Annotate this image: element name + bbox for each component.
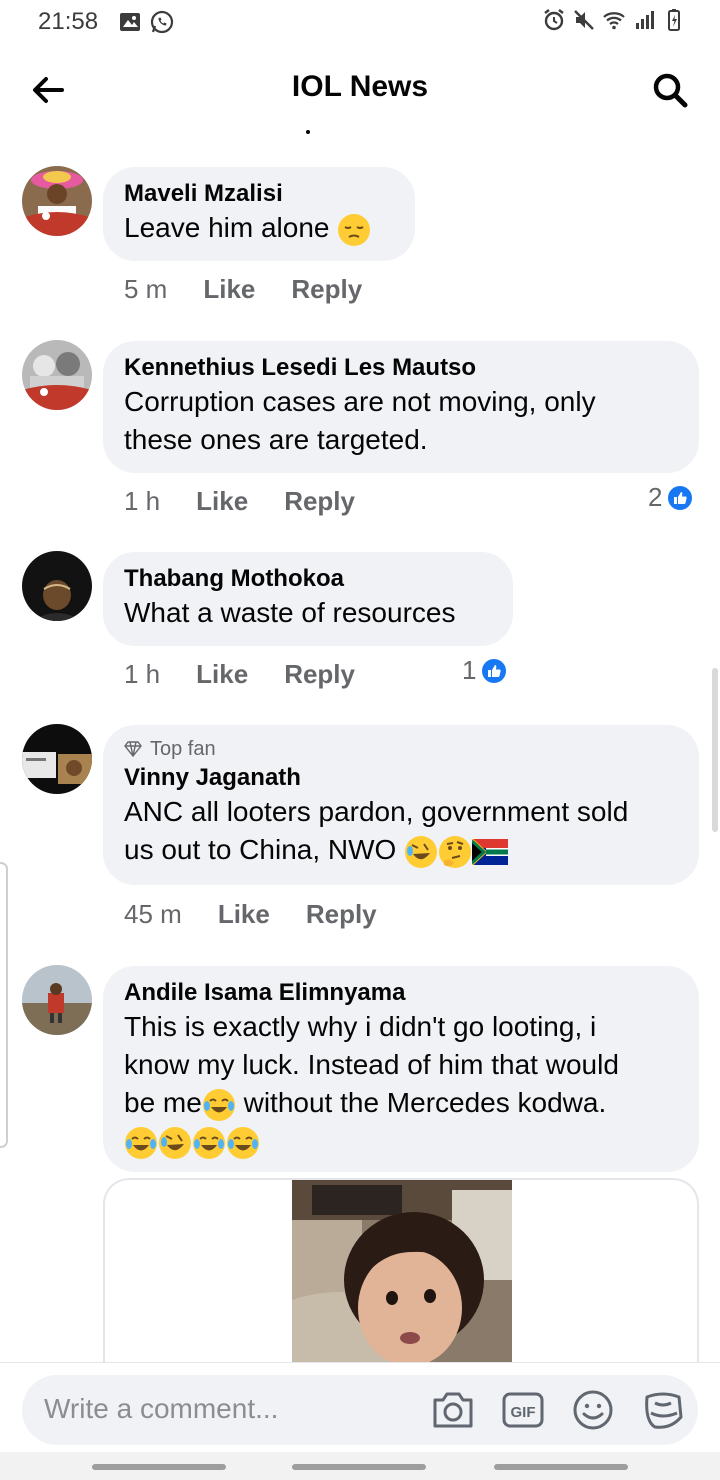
comment-time: 1 h <box>124 486 161 516</box>
mute-icon <box>574 10 594 30</box>
thumbs-up-icon <box>480 656 509 685</box>
comment-attachment[interactable] <box>103 1178 699 1378</box>
edge-panel-handle[interactable] <box>0 862 8 1148</box>
tears-of-joy-icon <box>227 1126 259 1159</box>
sticker-icon <box>645 1392 683 1429</box>
gallery-notification-icon <box>120 13 140 31</box>
pensive-face-icon <box>338 213 371 246</box>
comment-bubble[interactable]: Thabang Mothokoa What a waste of resourc… <box>103 552 513 646</box>
comment-actions: 1 h Like Reply <box>124 659 355 690</box>
scrollbar[interactable] <box>712 668 718 832</box>
comment-time: 45 m <box>124 899 182 929</box>
avatar[interactable] <box>22 724 92 794</box>
rolling-laughing-icon <box>405 835 438 868</box>
comment-composer-area: Write a comment... GIF <box>0 1362 720 1452</box>
comment-text-line: us out to China, NWO <box>124 831 678 869</box>
status-bar: 21:58 <box>0 0 720 44</box>
attached-gif-image[interactable] <box>292 1180 512 1378</box>
emoji-line <box>124 1122 678 1160</box>
nav-recents-button[interactable] <box>92 1464 226 1470</box>
comment-text: What a waste of resources <box>124 597 456 628</box>
comment-text: Leave him alone <box>124 209 394 247</box>
comment-bubble[interactable]: Top fan Vinny Jaganath ANC all looters p… <box>103 725 699 885</box>
reply-button[interactable]: Reply <box>306 899 377 930</box>
nav-home-button[interactable] <box>292 1464 426 1470</box>
divider-dot <box>306 130 310 134</box>
tears-of-joy-icon <box>202 1088 235 1121</box>
comment-author[interactable]: Andile Isama Elimnyama <box>124 978 678 1008</box>
comment-text-line: these ones are targeted. <box>124 424 428 455</box>
comment-bubble[interactable]: Kennethius Lesedi Les Mautso Corruption … <box>103 341 699 473</box>
comment-text-line: know my luck. Instead of him that would <box>124 1049 619 1080</box>
svg-text:GIF: GIF <box>511 1404 536 1421</box>
gif-button[interactable]: GIF <box>500 1387 546 1433</box>
comment-input[interactable]: Write a comment... GIF <box>22 1375 698 1445</box>
status-time: 21:58 <box>38 8 99 35</box>
south-africa-flag-icon <box>472 838 509 865</box>
nav-back-button[interactable] <box>494 1464 628 1470</box>
signal-icon <box>636 11 654 29</box>
wifi-icon <box>603 12 625 30</box>
comment-input-placeholder: Write a comment... <box>44 1393 279 1424</box>
reply-button[interactable]: Reply <box>291 274 362 305</box>
comment-text-line: This is exactly why i didn't go looting,… <box>124 1011 597 1042</box>
comment-bubble[interactable]: Andile Isama Elimnyama This is exactly w… <box>103 966 699 1172</box>
reaction-count[interactable]: 2 <box>648 482 695 513</box>
comment-author[interactable]: Maveli Mzalisi <box>124 179 394 209</box>
like-button[interactable]: Like <box>218 899 270 930</box>
comment-time: 1 h <box>124 659 161 689</box>
avatar[interactable] <box>22 340 92 410</box>
comment-text-line: ANC all looters pardon, government sold <box>124 796 629 827</box>
comment-text-line: Corruption cases are not moving, only <box>124 386 596 417</box>
tears-of-joy-icon <box>125 1126 157 1159</box>
reaction-count[interactable]: 1 <box>462 655 509 686</box>
comment-actions: 1 h Like Reply <box>124 486 355 517</box>
battery-icon <box>668 9 680 31</box>
reply-button[interactable]: Reply <box>284 486 355 517</box>
emoji-button[interactable] <box>570 1387 616 1433</box>
whatsapp-notification-icon <box>150 10 174 34</box>
comment-author[interactable]: Kennethius Lesedi Les Mautso <box>124 353 678 383</box>
avatar[interactable] <box>22 551 92 621</box>
tears-of-joy-icon <box>193 1126 225 1159</box>
comment-actions: 45 m Like Reply <box>124 899 377 930</box>
comment-bubble[interactable]: Maveli Mzalisi Leave him alone <box>103 167 415 261</box>
comment-author[interactable]: Vinny Jaganath <box>124 763 678 793</box>
avatar[interactable] <box>22 965 92 1035</box>
like-button[interactable]: Like <box>196 659 248 690</box>
comment-time: 5 m <box>124 274 168 304</box>
comment-author[interactable]: Thabang Mothokoa <box>124 564 492 594</box>
avatar[interactable] <box>22 166 92 236</box>
rolling-laughing-icon <box>159 1126 191 1159</box>
thumbs-up-icon <box>666 483 695 512</box>
like-button[interactable]: Like <box>203 274 255 305</box>
diamond-icon <box>124 741 142 757</box>
app-bar: IOL News <box>0 44 720 134</box>
thinking-face-icon <box>439 835 472 868</box>
search-button[interactable] <box>646 66 694 114</box>
gif-icon: GIF <box>502 1392 544 1428</box>
smiley-icon <box>573 1390 613 1430</box>
like-button[interactable]: Like <box>196 486 248 517</box>
search-icon <box>653 73 688 108</box>
comment-actions: 5 m Like Reply <box>124 274 362 305</box>
sticker-button[interactable] <box>640 1387 686 1433</box>
camera-icon <box>433 1392 473 1428</box>
page-title: IOL News <box>291 70 429 103</box>
reply-button[interactable]: Reply <box>284 659 355 690</box>
comment-text-line: be me without the Mercedes kodwa. <box>124 1084 678 1122</box>
alarm-icon <box>544 9 564 31</box>
top-fan-badge: Top fan <box>124 737 678 761</box>
camera-button[interactable] <box>430 1387 476 1433</box>
system-navigation-bar <box>0 1452 720 1480</box>
